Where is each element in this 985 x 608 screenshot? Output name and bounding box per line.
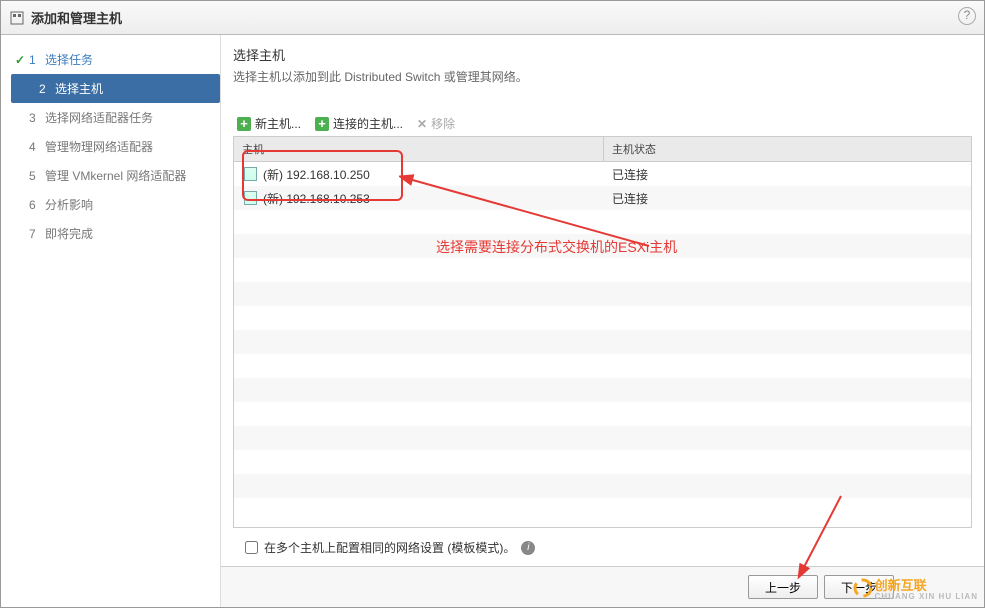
step-label: 管理 VMkernel 网络适配器: [45, 167, 186, 184]
page-title: 选择主机: [233, 45, 972, 64]
template-mode-label: 在多个主机上配置相同的网络设置 (模板模式)。: [264, 539, 515, 556]
info-icon[interactable]: i: [521, 541, 535, 555]
wizard-sidebar: ✓ 1 选择任务 2 选择主机 3 选择网络适配器任务 4 管理物理网络适配器: [1, 35, 221, 607]
step-3: 3 选择网络适配器任务: [1, 103, 220, 132]
col-host[interactable]: 主机: [234, 137, 604, 161]
step-label: 选择任务: [45, 51, 93, 68]
window-title: 添加和管理主机: [31, 8, 122, 27]
connected-host-button[interactable]: + 连接的主机...: [315, 115, 403, 132]
titlebar: 添加和管理主机 ?: [1, 1, 984, 35]
help-icon[interactable]: ?: [958, 7, 976, 25]
check-icon: ✓: [15, 53, 25, 67]
step-2[interactable]: 2 选择主机: [11, 74, 220, 103]
step-label: 选择网络适配器任务: [45, 109, 153, 126]
plus-icon: +: [315, 117, 329, 131]
table-row[interactable]: (新) 192.168.10.250 已连接: [234, 162, 971, 186]
main-panel: 选择主机 选择主机以添加到此 Distributed Switch 或管理其网络…: [221, 35, 984, 607]
hosts-table: 主机 主机状态 (新) 192.168.10.250 已连接: [233, 136, 972, 528]
remove-button: ✕ 移除: [417, 115, 455, 132]
x-icon: ✕: [417, 117, 427, 131]
step-1[interactable]: ✓ 1 选择任务: [1, 45, 220, 74]
new-host-button[interactable]: + 新主机...: [237, 115, 301, 132]
step-label: 选择主机: [55, 80, 103, 97]
step-7: 7 即将完成: [1, 219, 220, 248]
host-label: (新) 192.168.10.250: [263, 166, 370, 183]
back-button[interactable]: 上一步: [748, 575, 818, 599]
page-subtitle: 选择主机以添加到此 Distributed Switch 或管理其网络。: [233, 68, 972, 85]
host-label: (新) 192.168.10.253: [263, 190, 370, 207]
brand-logo: 创新互联 CHUANG XIN HU LIAN: [853, 575, 978, 601]
table-row[interactable]: (新) 192.168.10.253 已连接: [234, 186, 971, 210]
step-label: 分析影响: [45, 196, 93, 213]
host-state: 已连接: [604, 166, 971, 183]
window-icon: [9, 10, 25, 26]
step-6: 6 分析影响: [1, 190, 220, 219]
logo-icon: [853, 578, 873, 598]
plus-icon: +: [237, 117, 251, 131]
step-label: 管理物理网络适配器: [45, 138, 153, 155]
table-header: 主机 主机状态: [234, 137, 971, 162]
step-label: 即将完成: [45, 225, 93, 242]
toolbar: + 新主机... + 连接的主机... ✕ 移除: [233, 113, 972, 136]
annotation-text: 选择需要连接分布式交换机的ESXi主机: [436, 237, 677, 257]
host-state: 已连接: [604, 190, 971, 207]
host-icon: [244, 167, 257, 181]
template-mode-checkbox[interactable]: [245, 541, 258, 554]
step-4: 4 管理物理网络适配器: [1, 132, 220, 161]
template-mode-row: 在多个主机上配置相同的网络设置 (模板模式)。 i: [233, 528, 972, 565]
col-state[interactable]: 主机状态: [604, 137, 971, 161]
host-icon: [244, 191, 257, 205]
table-body: (新) 192.168.10.250 已连接 (新) 192.168.10.25…: [234, 162, 971, 527]
step-5: 5 管理 VMkernel 网络适配器: [1, 161, 220, 190]
